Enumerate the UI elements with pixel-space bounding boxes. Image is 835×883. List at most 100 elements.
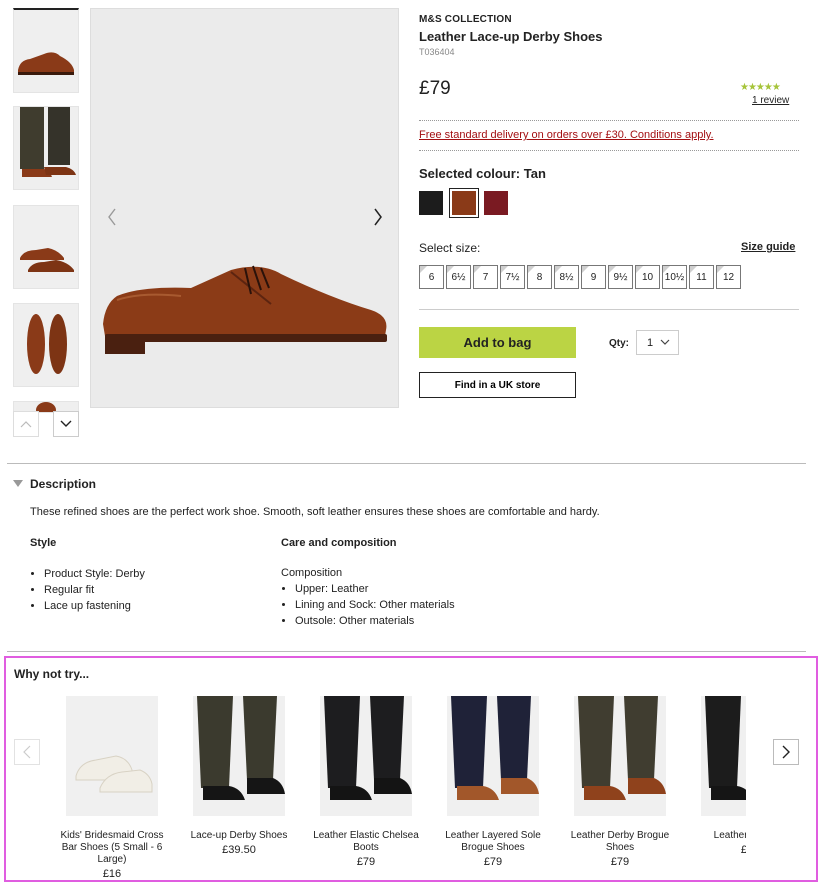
- product-card[interactable]: Lace-up Derby Shoes £39.50: [184, 696, 294, 856]
- divider: [7, 651, 806, 652]
- thumbnail-up-button[interactable]: [13, 411, 39, 437]
- product-price: £79: [356, 856, 376, 868]
- size-option[interactable]: 7½: [500, 265, 525, 289]
- size-option[interactable]: 6: [419, 265, 444, 289]
- description-heading[interactable]: Description: [30, 477, 96, 491]
- main-product-image[interactable]: [90, 8, 399, 408]
- product-card[interactable]: Kids' Bridesmaid Cross Bar Shoes (5 Smal…: [57, 696, 167, 878]
- chevron-down-icon: [60, 420, 72, 427]
- list-item: Upper: Leather: [295, 581, 455, 597]
- product-card[interactable]: Leather Elastic Chelsea Boots £79: [311, 696, 421, 868]
- quantity-select[interactable]: 1: [636, 330, 679, 355]
- thumbnail-1[interactable]: [13, 8, 79, 93]
- select-size-label: Select size:: [419, 241, 481, 255]
- product-name[interactable]: Leather Layered Sole Brogue Shoes: [438, 830, 548, 854]
- size-option[interactable]: 8½: [554, 265, 579, 289]
- product-name[interactable]: Kids' Bridesmaid Cross Bar Shoes (5 Smal…: [57, 830, 167, 866]
- chevron-down-icon: [660, 339, 670, 345]
- carousel-track: Kids' Bridesmaid Cross Bar Shoes (5 Smal…: [30, 690, 746, 878]
- size-option[interactable]: 6½: [446, 265, 471, 289]
- chevron-left-icon: [108, 208, 116, 226]
- style-heading: Style: [30, 537, 57, 549]
- thumbnail-4[interactable]: [13, 303, 79, 387]
- product-price: £39.50: [222, 844, 256, 856]
- composition-label: Composition: [281, 567, 343, 579]
- size-option[interactable]: 9: [581, 265, 606, 289]
- size-option[interactable]: 10½: [662, 265, 687, 289]
- size-guide-link[interactable]: Size guide: [741, 241, 795, 253]
- quantity-label: Qty:: [609, 338, 629, 349]
- size-option[interactable]: 11: [689, 265, 714, 289]
- product-name[interactable]: Lace-up Derby Shoes: [184, 830, 294, 842]
- product-name[interactable]: Leather Elastic Chelsea Boots: [311, 830, 421, 854]
- carousel-next-button[interactable]: [773, 739, 799, 765]
- product-image-frame[interactable]: [193, 696, 285, 816]
- product-code: T036404: [419, 47, 455, 57]
- divider: [7, 463, 806, 464]
- thumbnail-2[interactable]: [13, 106, 79, 190]
- selected-colour-label: Selected colour: Tan: [419, 166, 546, 181]
- product-image: [451, 696, 539, 800]
- product-image-frame[interactable]: [66, 696, 158, 816]
- care-heading: Care and composition: [281, 537, 397, 549]
- product-price: £79: [610, 856, 630, 868]
- product-image-frame[interactable]: [701, 696, 746, 816]
- list-item: Lining and Sock: Other materials: [295, 597, 455, 613]
- size-option[interactable]: 12: [716, 265, 741, 289]
- product-image-frame[interactable]: [574, 696, 666, 816]
- product-name[interactable]: Leather Derby Brogue Shoes: [565, 830, 675, 854]
- reviews-link[interactable]: 1 review: [752, 95, 789, 106]
- shoe-top-image: [27, 314, 67, 374]
- image-next-button[interactable]: [369, 205, 387, 229]
- product-image-frame[interactable]: [447, 696, 539, 816]
- product-card[interactable]: Leather Layered Sole Brogue Shoes £79: [438, 696, 548, 868]
- colour-swatch-black[interactable]: [419, 191, 443, 215]
- divider: [419, 120, 799, 121]
- brand-label: M&S COLLECTION: [419, 14, 512, 25]
- thumbnail-down-button[interactable]: [53, 411, 79, 437]
- derby-shoe-illustration: [103, 265, 387, 354]
- product-image: [75, 755, 153, 793]
- product-card[interactable]: Leather Oxford £9: [692, 696, 746, 856]
- quantity-value: 1: [647, 336, 654, 349]
- why-not-try-heading: Why not try...: [14, 667, 90, 681]
- chevron-right-icon: [782, 745, 790, 759]
- product-price: £79: [483, 856, 503, 868]
- product-image-frame[interactable]: [320, 696, 412, 816]
- size-option[interactable]: 10: [635, 265, 660, 289]
- add-to-bag-button[interactable]: Add to bag: [419, 327, 576, 358]
- product-image: [197, 696, 285, 800]
- collapse-triangle-icon[interactable]: [13, 480, 23, 488]
- star-rating-icon: ★★★★★: [740, 82, 781, 93]
- colour-swatch-tan[interactable]: [449, 188, 479, 218]
- product-card[interactable]: Leather Derby Brogue Shoes £79: [565, 696, 675, 868]
- size-option[interactable]: 9½: [608, 265, 633, 289]
- image-prev-button[interactable]: [103, 205, 121, 229]
- chevron-up-icon: [20, 421, 32, 428]
- shoe-side-image: [18, 52, 74, 75]
- product-name[interactable]: Leather Oxford: [692, 830, 746, 842]
- size-option[interactable]: 7: [473, 265, 498, 289]
- colour-swatch-burgundy[interactable]: [484, 191, 508, 215]
- thumbnail-3[interactable]: [13, 205, 79, 289]
- product-title: Leather Lace-up Derby Shoes: [419, 29, 603, 44]
- list-item: Regular fit: [44, 582, 145, 598]
- list-item: Product Style: Derby: [44, 566, 145, 582]
- description-text: These refined shoes are the perfect work…: [30, 506, 600, 518]
- list-item: Lace up fastening: [44, 598, 145, 614]
- product-image: [705, 696, 746, 800]
- chevron-right-icon: [374, 208, 382, 226]
- size-options: 6 6½ 7 7½ 8 8½ 9 9½ 10 10½ 11 12: [419, 265, 743, 289]
- find-in-store-button[interactable]: Find in a UK store: [419, 372, 576, 398]
- list-item: Outsole: Other materials: [295, 613, 455, 629]
- product-price: £79: [419, 78, 451, 99]
- product-price: £16: [102, 868, 122, 878]
- size-option[interactable]: 8: [527, 265, 552, 289]
- product-image: [578, 696, 666, 800]
- delivery-link[interactable]: Free standard delivery on orders over £3…: [419, 129, 714, 141]
- divider: [419, 309, 799, 310]
- product-price: £9: [740, 844, 746, 856]
- product-image: [324, 696, 412, 800]
- care-list: Upper: LeatherLining and Sock: Other mat…: [281, 581, 455, 629]
- style-list: Product Style: DerbyRegular fitLace up f…: [30, 566, 145, 614]
